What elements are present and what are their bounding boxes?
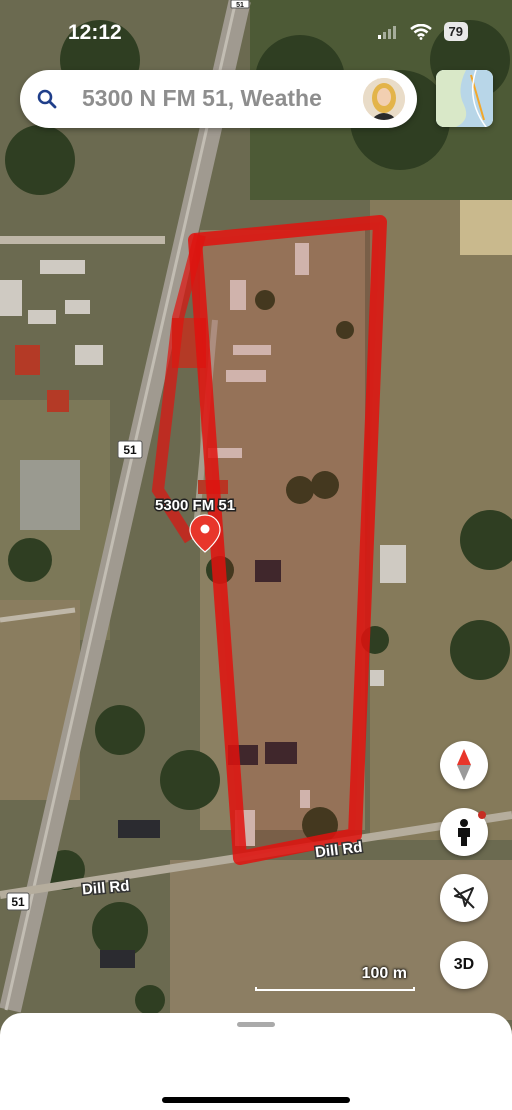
- compass-icon: [457, 749, 471, 781]
- map-layers-icon: [436, 70, 493, 127]
- three-d-label: 3D: [453, 956, 475, 973]
- street-view-icon: [458, 819, 470, 846]
- three-d-button[interactable]: 3D: [440, 941, 488, 989]
- sheet-handle[interactable]: [237, 1022, 275, 1027]
- status-time: 12:12: [68, 21, 122, 44]
- wifi-icon: [409, 23, 432, 40]
- route-shield: 51: [6, 892, 30, 911]
- route-shield: 51: [117, 440, 143, 459]
- location-button[interactable]: [440, 874, 488, 922]
- svg-text:51: 51: [123, 443, 137, 457]
- street-view-badge: [478, 811, 486, 819]
- status-bar: 12:12 79: [0, 0, 512, 64]
- street-view-button[interactable]: [440, 808, 488, 856]
- pin-label: 5300 FM 51: [155, 497, 235, 514]
- search-bar[interactable]: 5300 N FM 51, Weathe: [20, 70, 417, 128]
- map-scale: 100 m: [255, 965, 415, 993]
- status-icons: 79: [377, 22, 468, 41]
- location-arrow-icon: [453, 887, 475, 909]
- bottom-sheet[interactable]: [0, 1013, 512, 1110]
- search-query[interactable]: 5300 N FM 51, Weathe: [82, 85, 376, 112]
- battery-indicator: 79: [443, 22, 468, 41]
- signal-icon: [377, 25, 396, 39]
- satellite-map[interactable]: 51 51 51 Dill Rd Dill Rd 5300 FM 51: [0, 0, 512, 1110]
- scale-label: 100 m: [361, 965, 407, 982]
- solar-area: [20, 460, 80, 530]
- map-layers-button[interactable]: [436, 70, 493, 127]
- avatar[interactable]: [363, 78, 405, 120]
- svg-text:51: 51: [11, 895, 25, 909]
- compass-button[interactable]: [440, 741, 488, 789]
- home-indicator[interactable]: [162, 1097, 350, 1103]
- hay-bales: [460, 200, 512, 255]
- search-icon[interactable]: [36, 88, 58, 110]
- scale-bar: [255, 987, 415, 991]
